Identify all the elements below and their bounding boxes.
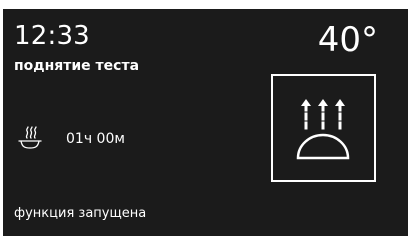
temperature-readout: 40°	[317, 20, 378, 60]
mode-tile[interactable]	[271, 74, 376, 182]
dough-rising-icon	[296, 99, 350, 160]
timer-value: 01ч 00м	[66, 131, 125, 147]
program-name: поднятие теста	[14, 58, 140, 74]
steaming-pot-icon	[18, 126, 42, 149]
clock: 12:33	[14, 21, 90, 51]
oven-display: 12:33 поднятие теста 40° 01ч 00м функция…	[3, 9, 408, 236]
status-message: функция запущена	[14, 206, 147, 221]
